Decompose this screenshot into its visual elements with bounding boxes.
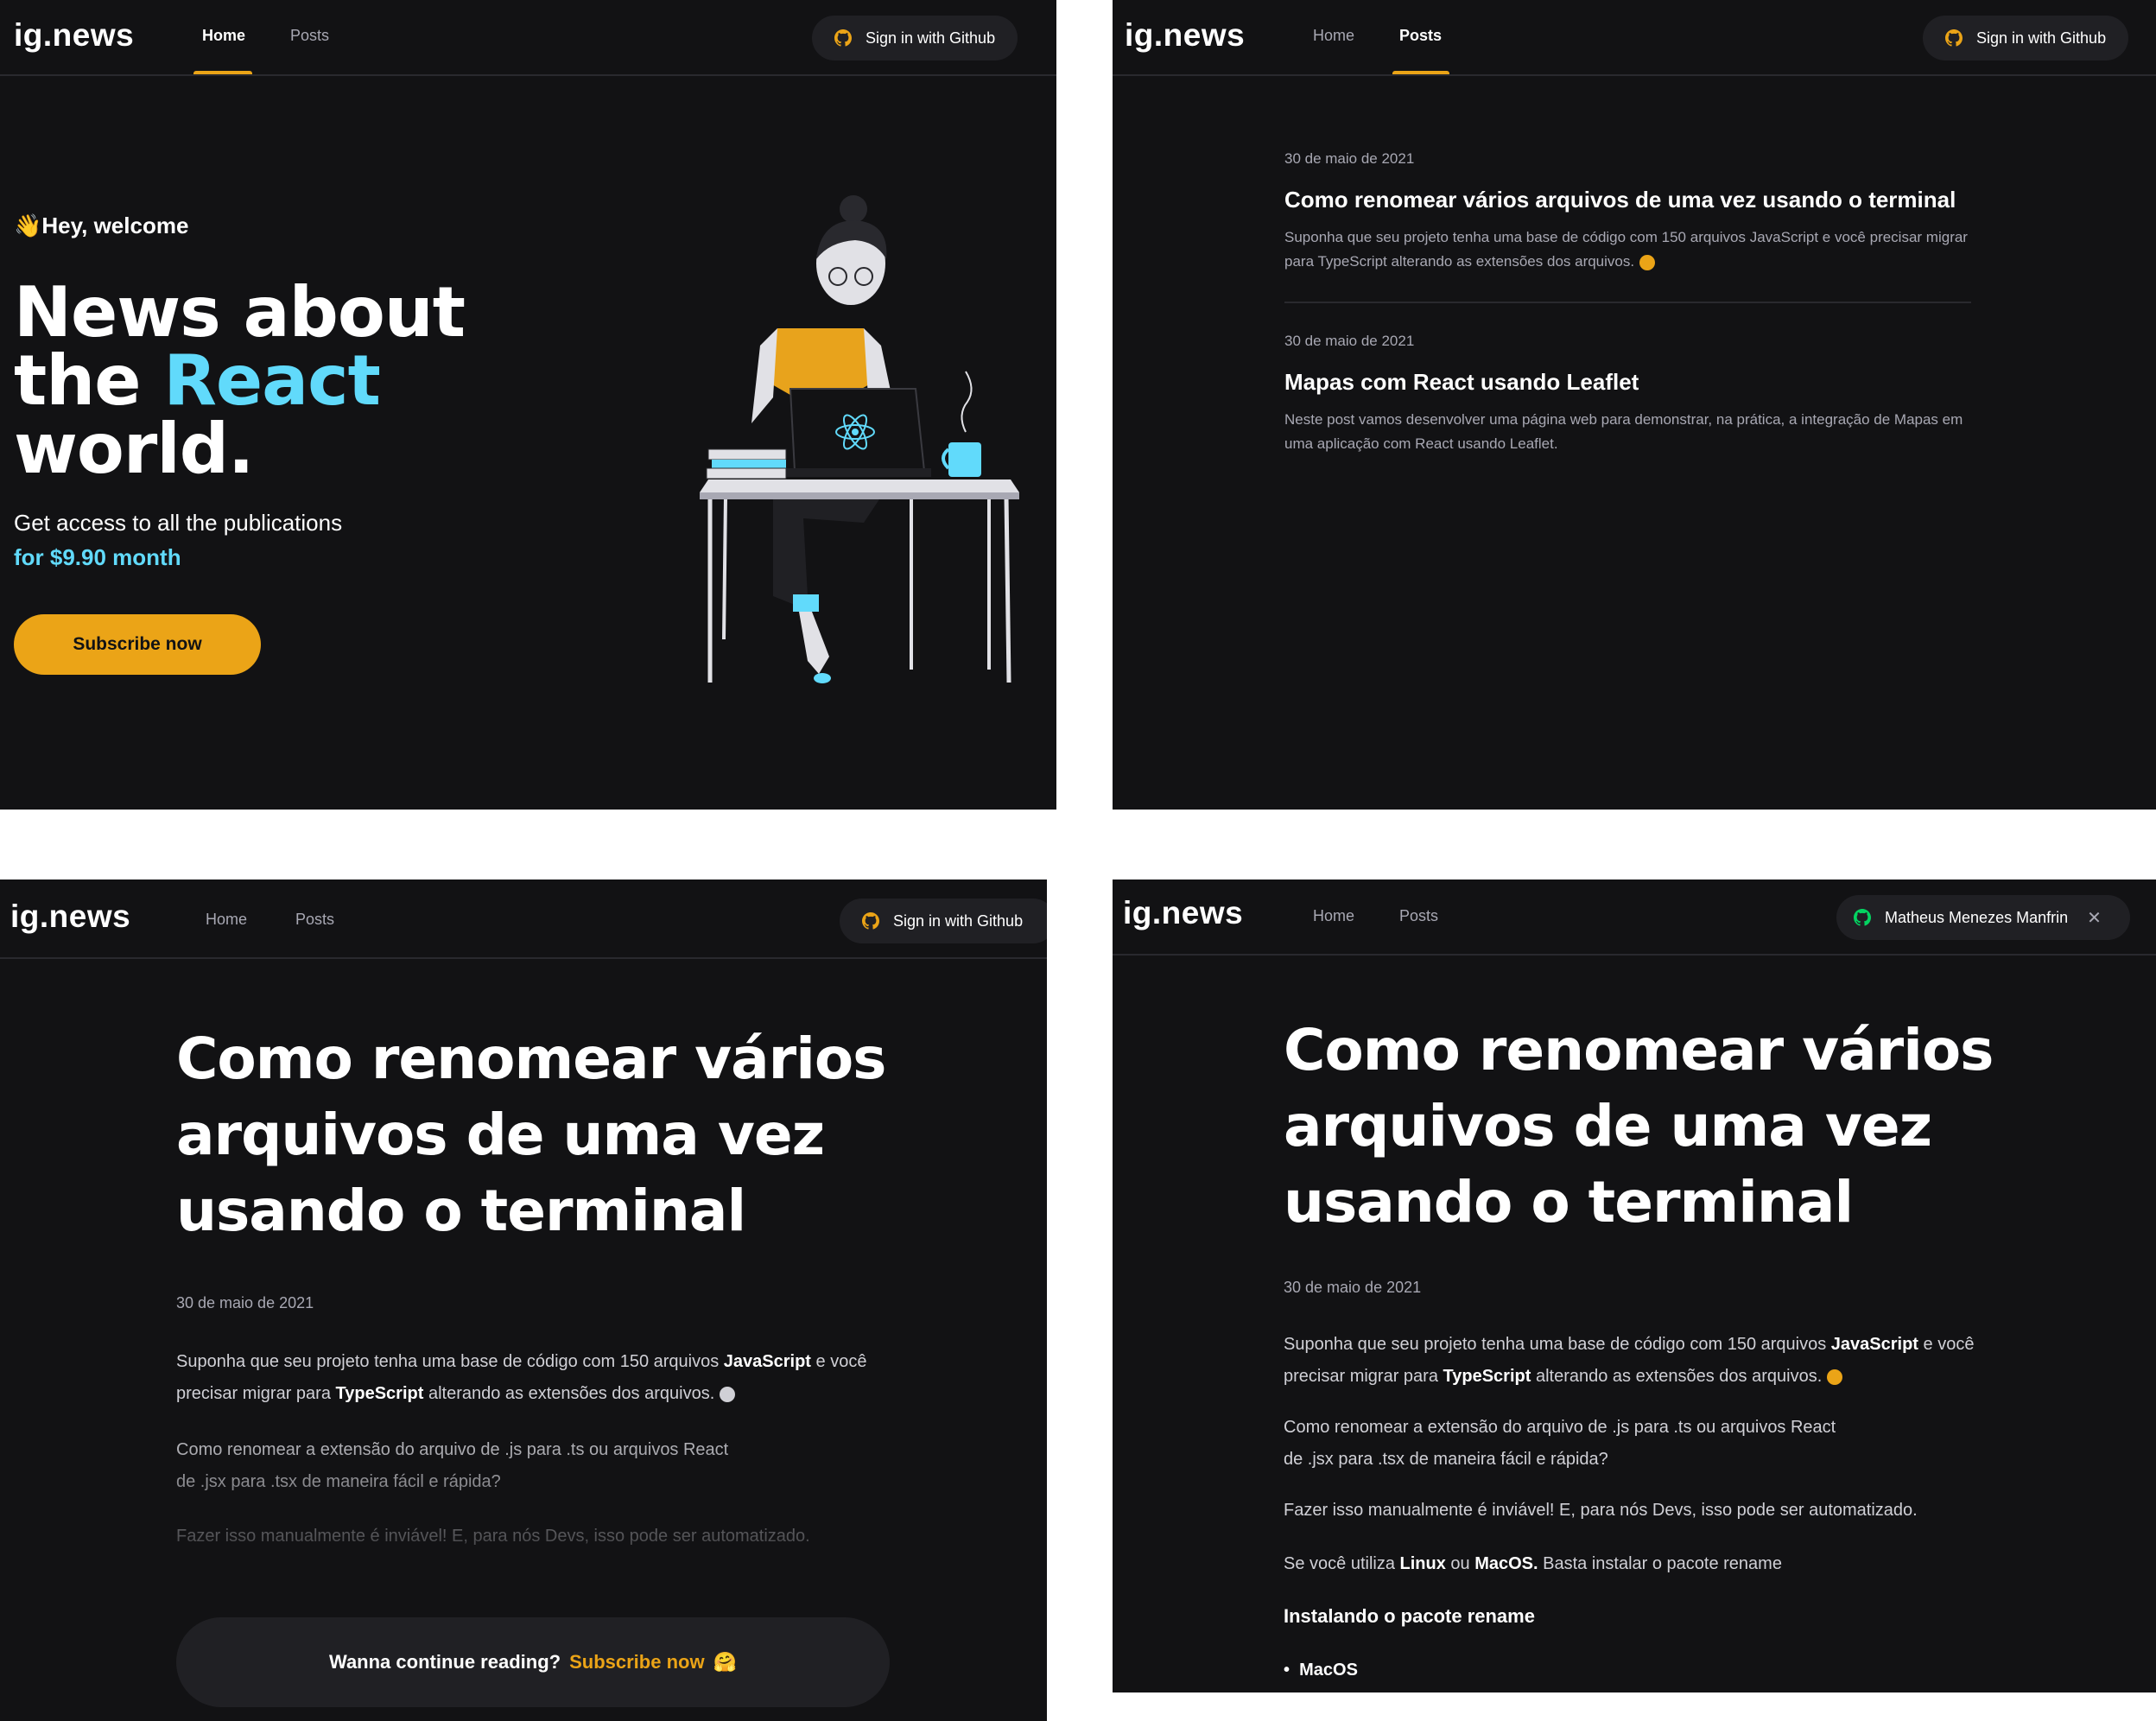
thinking-emoji-icon xyxy=(1639,254,1656,270)
continue-reading-banner[interactable]: Wanna continue reading? Subscribe now 🤗 xyxy=(176,1617,890,1707)
article-paragraph: Suponha que seu projeto tenha uma base d… xyxy=(1284,1335,1975,1386)
github-icon xyxy=(834,29,852,47)
article-title-line3: usando o terminal xyxy=(1284,1169,1854,1235)
article-full-screen: ig.news Home Posts Matheus Menezes Manfr… xyxy=(1113,880,2156,1692)
article-preview-screen: ig.news Home Posts Sign in with Github C… xyxy=(0,880,1047,1721)
logo[interactable]: ig.news xyxy=(10,899,130,935)
article-date: 30 de maio de 2021 xyxy=(1284,1279,1422,1296)
hero-price: for $9.90 month xyxy=(14,544,181,570)
github-icon xyxy=(862,912,879,930)
hero-title: News about the React world. xyxy=(14,272,466,489)
hero-title-line2: the React xyxy=(14,346,465,416)
header: ig.news Home Posts Sign in with Github xyxy=(0,0,1056,76)
hero-subtitle: Get access to all the publications xyxy=(14,510,343,536)
nav-active-indicator xyxy=(1392,71,1449,74)
header: ig.news Home Posts Matheus Menezes Manfr… xyxy=(1113,880,2156,956)
article-title: Como renomear vários arquivos de uma vez… xyxy=(1284,1013,1994,1241)
logo[interactable]: ig.news xyxy=(1125,17,1245,54)
post-divider xyxy=(1284,302,1971,303)
continue-text: Wanna continue reading? xyxy=(329,1651,561,1673)
hero-title-line1: News about xyxy=(14,272,466,352)
close-icon[interactable]: ✕ xyxy=(2087,907,2102,929)
article-date: 30 de maio de 2021 xyxy=(176,1294,314,1311)
article-paragraph: Se você utiliza Linux ou MacOS. Basta in… xyxy=(1284,1554,1782,1573)
github-icon xyxy=(1945,29,1963,47)
continue-subscribe-link[interactable]: Subscribe now xyxy=(569,1651,704,1673)
welcome-text: 👋Hey, welcome xyxy=(14,213,189,238)
post-excerpt: Suponha que seu projeto tenha uma base d… xyxy=(1284,225,1971,274)
article-paragraph: Fazer isso manualmente é inviável! E, pa… xyxy=(1284,1501,1918,1520)
home-screen: ig.news Home Posts Sign in with Github 👋… xyxy=(0,0,1056,810)
nav-posts[interactable]: Posts xyxy=(290,27,329,45)
post-title[interactable]: Mapas com React usando Leaflet xyxy=(1284,369,1971,396)
user-session-button[interactable]: Matheus Menezes Manfrin ✕ xyxy=(1836,895,2130,940)
subscribe-button[interactable]: Subscribe now xyxy=(14,614,261,675)
post-date: 30 de maio de 2021 xyxy=(1284,150,1415,167)
nav-posts[interactable]: Posts xyxy=(295,911,334,929)
post-item[interactable]: 30 de maio de 2021 Como renomear vários … xyxy=(1284,150,1971,274)
nav-home[interactable]: Home xyxy=(202,27,245,45)
post-excerpt-text: Suponha que seu projeto tenha uma base d… xyxy=(1284,229,1968,270)
thinking-emoji-icon xyxy=(1827,1369,1843,1385)
article-title-line2: arquivos de uma vez xyxy=(176,1102,825,1168)
article-paragraph: Suponha que seu projeto tenha uma base d… xyxy=(176,1352,867,1403)
article-title-line1: Como renomear vários xyxy=(176,1026,886,1092)
user-name: Matheus Menezes Manfrin xyxy=(1885,908,2069,926)
logo[interactable]: ig.news xyxy=(14,17,134,54)
logo[interactable]: ig.news xyxy=(1123,895,1243,931)
article-title-line3: usando o terminal xyxy=(176,1178,746,1244)
post-date: 30 de maio de 2021 xyxy=(1284,333,1415,349)
hugging-emoji-icon: 🤗 xyxy=(713,1651,737,1673)
bullet-icon: • xyxy=(1284,1661,1300,1680)
header: ig.news Home Posts Sign in with Github xyxy=(0,880,1047,959)
posts-screen: ig.news Home Posts Sign in with Github 3… xyxy=(1113,0,2156,810)
header: ig.news Home Posts Sign in with Github xyxy=(1113,0,2156,76)
hero-title-line3: world. xyxy=(14,409,254,489)
nav-posts[interactable]: Posts xyxy=(1399,907,1438,925)
nav-active-indicator xyxy=(193,71,252,74)
post-item[interactable]: 30 de maio de 2021 Mapas com React usand… xyxy=(1284,333,1971,456)
nav-posts[interactable]: Posts xyxy=(1399,27,1442,45)
signin-label: Sign in with Github xyxy=(1976,29,2107,47)
signin-label: Sign in with Github xyxy=(893,911,1024,930)
signin-button[interactable]: Sign in with Github xyxy=(1923,16,2128,60)
signin-button[interactable]: Sign in with Github xyxy=(840,899,1047,943)
article-subheading: Instalando o pacote rename xyxy=(1284,1605,1535,1627)
post-title[interactable]: Como renomear vários arquivos de uma vez… xyxy=(1284,187,1971,213)
nav-home[interactable]: Home xyxy=(206,911,247,929)
article-title: Como renomear vários arquivos de uma vez… xyxy=(176,1021,886,1249)
signin-button[interactable]: Sign in with Github xyxy=(812,16,1018,60)
article-paragraph: Como renomear a extensão do arquivo de .… xyxy=(1284,1418,1836,1469)
signin-label: Sign in with Github xyxy=(866,29,996,47)
avatar-illustration xyxy=(700,195,1019,683)
github-icon xyxy=(1854,909,1871,926)
article-title-line1: Como renomear vários xyxy=(1284,1017,1994,1083)
nav-home[interactable]: Home xyxy=(1313,907,1354,925)
emoji-icon xyxy=(720,1386,736,1402)
article-title-line2: arquivos de uma vez xyxy=(1284,1093,1932,1159)
list-item: • MacOS xyxy=(1284,1661,1358,1680)
post-excerpt: Neste post vamos desenvolver uma página … xyxy=(1284,411,1963,452)
nav-home[interactable]: Home xyxy=(1313,27,1354,45)
